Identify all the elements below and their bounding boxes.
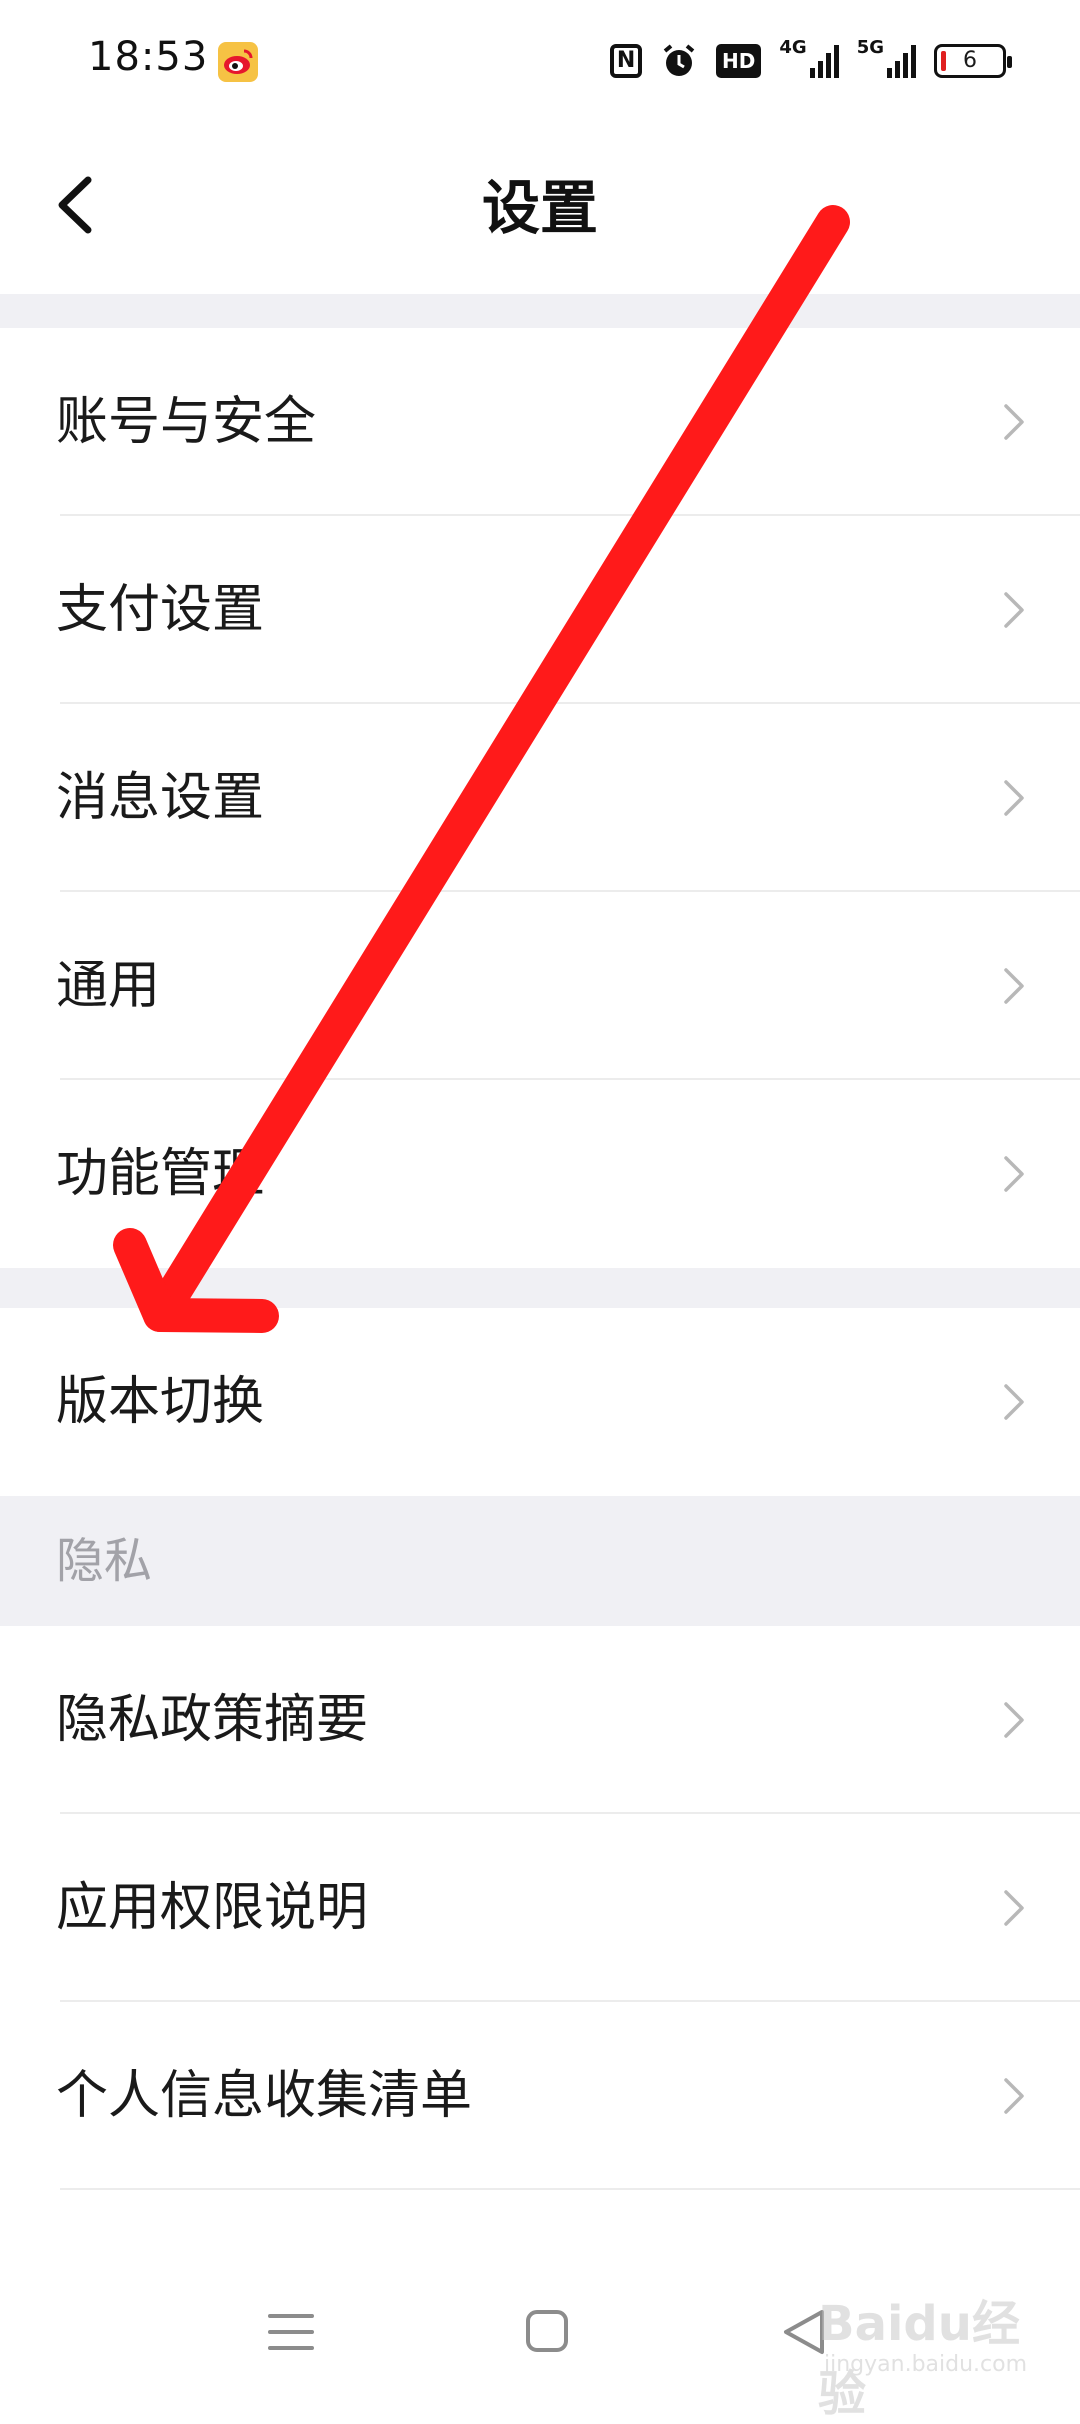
chevron-right-icon — [1004, 1890, 1024, 1926]
home-icon[interactable] — [512, 2302, 582, 2362]
section-gap — [0, 1268, 1080, 1308]
chevron-right-icon — [1004, 2078, 1024, 2114]
hd-voice-icon: HD — [716, 44, 762, 78]
signal-5g-icon: 5G — [857, 37, 916, 81]
page-title: 设置 — [481, 174, 598, 242]
section-gap — [0, 294, 1080, 328]
baidu-watermark: Baidu经验 jingyan.baidu.com — [818, 2282, 1058, 2422]
divider — [60, 2188, 1080, 2190]
settings-item-label: 通用 — [56, 956, 161, 1016]
settings-item-general[interactable]: 通用 — [0, 892, 1080, 1080]
network-5g-label: 5G — [856, 37, 884, 58]
signal-4g-icon: 4G — [779, 37, 839, 81]
settings-item-label: 支付设置 — [56, 580, 265, 640]
nfc-icon: N — [610, 44, 643, 78]
chevron-right-icon — [1004, 404, 1024, 440]
recent-apps-icon[interactable] — [256, 2302, 326, 2362]
settings-item-account-security[interactable]: 账号与安全 — [0, 328, 1080, 516]
settings-item-messages[interactable]: 消息设置 — [0, 704, 1080, 892]
status-time: 18:53 — [88, 34, 209, 80]
weibo-notification-icon — [218, 42, 258, 82]
battery-icon: 6 — [934, 44, 1012, 78]
alarm-icon — [660, 41, 698, 81]
section-title: 隐私 — [56, 1533, 153, 1589]
chevron-right-icon — [1004, 1384, 1024, 1420]
chevron-right-icon — [1004, 1156, 1024, 1192]
settings-item-label: 版本切换 — [56, 1372, 265, 1432]
settings-item-label: 功能管理 — [56, 1144, 265, 1204]
chevron-right-icon — [1004, 592, 1024, 628]
status-bar: 18:53 N HD 4G 5G 6 — [0, 0, 1080, 122]
settings-item-privacy-policy-summary[interactable]: 隐私政策摘要 — [0, 1626, 1080, 1814]
settings-item-label: 个人信息收集清单 — [56, 2066, 473, 2126]
settings-item-feature-management[interactable]: 功能管理 — [0, 1080, 1080, 1268]
watermark-url: jingyan.baidu.com — [824, 2352, 1028, 2377]
settings-item-version-switch[interactable]: 版本切换 — [0, 1308, 1080, 1496]
chevron-right-icon — [1004, 1702, 1024, 1738]
settings-item-payment[interactable]: 支付设置 — [0, 516, 1080, 704]
chevron-right-icon — [1004, 780, 1024, 816]
settings-item-personal-info-list[interactable]: 个人信息收集清单 — [0, 2002, 1080, 2190]
chevron-right-icon — [1004, 968, 1024, 1004]
battery-level: 6 — [963, 48, 977, 73]
privacy-section-header: 隐私 — [0, 1496, 1080, 1626]
settings-item-label: 账号与安全 — [56, 392, 317, 452]
settings-item-label: 应用权限说明 — [56, 1878, 369, 1938]
header: 设置 — [0, 122, 1080, 294]
settings-item-app-permissions[interactable]: 应用权限说明 — [0, 1814, 1080, 2002]
network-4g-label: 4G — [779, 37, 807, 58]
settings-item-label: 消息设置 — [56, 768, 265, 828]
settings-item-label: 隐私政策摘要 — [56, 1690, 369, 1750]
